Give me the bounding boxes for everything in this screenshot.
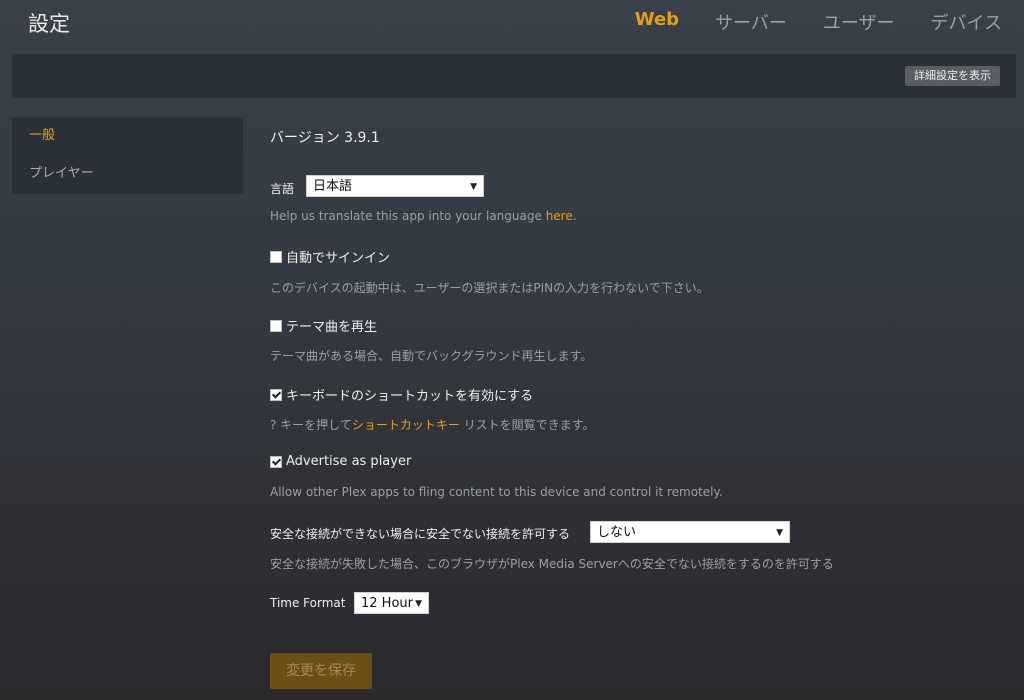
top-nav: Web サーバー ユーザー デバイス bbox=[635, 9, 1002, 35]
shortcuts-help-suffix: リストを閲覧できます。 bbox=[459, 418, 595, 432]
insecure-select-value: しない bbox=[597, 525, 637, 540]
tab-server[interactable]: サーバー bbox=[715, 9, 787, 35]
auto-signin-help: このデバイスの起動中は、ユーザーの選択またはPINの入力を行わないで下さい。 bbox=[270, 281, 709, 295]
save-button[interactable]: 変更を保存 bbox=[270, 653, 372, 689]
show-advanced-button[interactable]: 詳細設定を表示 bbox=[905, 66, 1000, 86]
toolbar: 詳細設定を表示 bbox=[12, 54, 1016, 98]
language-select-value: 日本語 bbox=[313, 179, 353, 194]
theme-music-help: テーマ曲がある場合、自動でバックグラウンド再生します。 bbox=[270, 349, 593, 363]
tab-users[interactable]: ユーザー bbox=[823, 9, 895, 35]
shortcut-keys-link[interactable]: ショートカットキー bbox=[352, 418, 460, 432]
sidebar-item-player[interactable]: プレイヤー bbox=[12, 155, 243, 193]
theme-music-row: テーマ曲を再生 bbox=[270, 316, 377, 335]
time-format-select-value: 12 Hour bbox=[361, 596, 413, 611]
auto-signin-label: 自動でサインイン bbox=[286, 251, 391, 266]
dropdown-arrow-icon: ▼ bbox=[415, 599, 422, 609]
language-help: Help us translate this app into your lan… bbox=[270, 209, 577, 223]
header: 設定 Web サーバー ユーザー デバイス bbox=[0, 0, 1024, 48]
shortcuts-row: キーボードのショートカットを有効にする bbox=[270, 385, 533, 404]
advertise-label: Advertise as player bbox=[286, 454, 412, 469]
language-label: 言語 bbox=[270, 182, 295, 196]
shortcuts-help: ? キーを押してショートカットキー リストを閲覧できます。 bbox=[270, 416, 594, 433]
time-format-select[interactable]: 12 Hour ▼ bbox=[354, 592, 429, 614]
tab-web[interactable]: Web bbox=[635, 9, 679, 35]
translate-link[interactable]: here. bbox=[546, 209, 577, 223]
insecure-select[interactable]: しない ▼ bbox=[590, 521, 790, 543]
shortcuts-help-prefix: ? キーを押して bbox=[270, 418, 352, 432]
sidebar: 一般 プレイヤー bbox=[12, 117, 243, 194]
sidebar-item-general[interactable]: 一般 bbox=[12, 117, 243, 155]
dropdown-arrow-icon: ▼ bbox=[776, 528, 783, 538]
advertise-help: Allow other Plex apps to fling content t… bbox=[270, 485, 723, 499]
theme-music-checkbox[interactable] bbox=[270, 319, 282, 332]
insecure-help: 安全な接続が失敗した場合、このブラウザがPlex Media Serverへの安… bbox=[270, 557, 834, 571]
page-title: 設定 bbox=[28, 12, 70, 36]
shortcuts-checkbox[interactable] bbox=[270, 388, 282, 401]
tab-devices[interactable]: デバイス bbox=[931, 9, 1002, 35]
auto-signin-checkbox[interactable] bbox=[270, 250, 282, 263]
theme-music-label: テーマ曲を再生 bbox=[286, 320, 378, 335]
advertise-checkbox[interactable] bbox=[270, 455, 282, 468]
version-text: バージョン 3.9.1 bbox=[270, 130, 380, 146]
advertise-row: Advertise as player bbox=[270, 454, 411, 469]
auto-signin-row: 自動でサインイン bbox=[270, 247, 390, 266]
insecure-label: 安全な接続ができない場合に安全でない接続を許可する bbox=[270, 527, 571, 541]
language-select[interactable]: 日本語 ▼ bbox=[306, 175, 484, 197]
shortcuts-label: キーボードのショートカットを有効にする bbox=[286, 389, 534, 404]
language-help-text: Help us translate this app into your lan… bbox=[270, 209, 546, 223]
dropdown-arrow-icon: ▼ bbox=[470, 182, 477, 192]
time-format-label: Time Format bbox=[270, 596, 346, 610]
